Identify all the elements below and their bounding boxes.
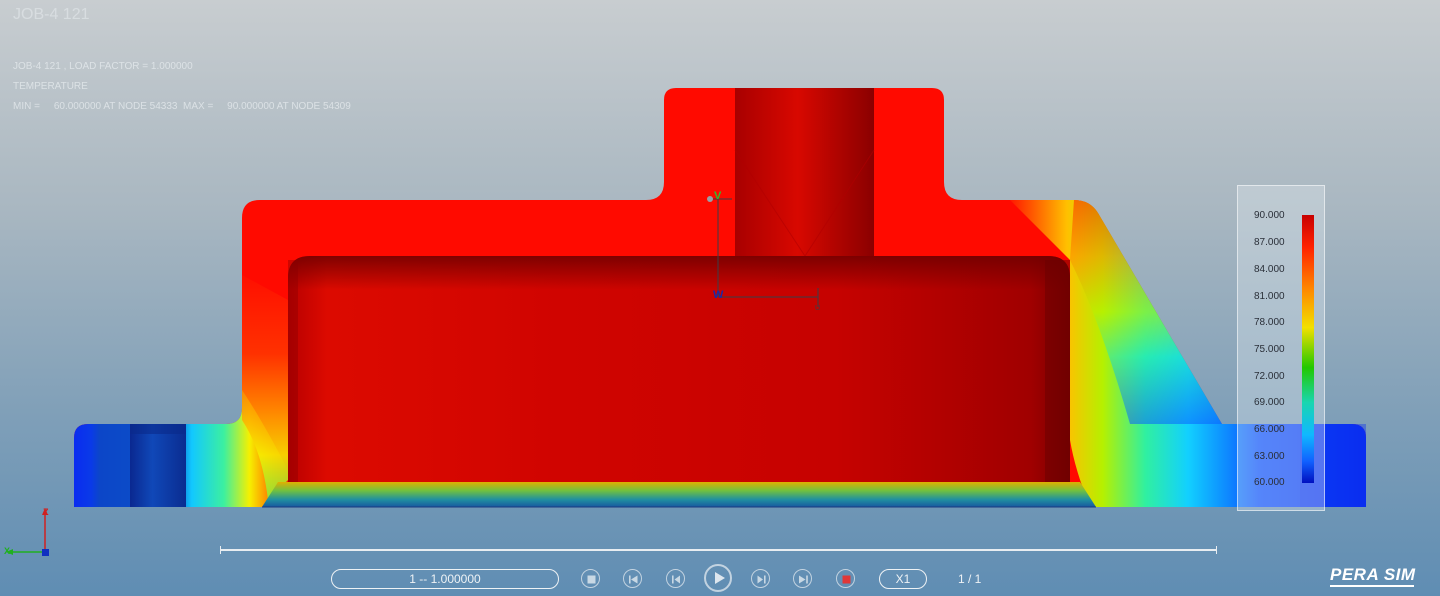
temperature-legend: 90.000 87.000 84.000 81.000 78.000 75.00…	[1237, 185, 1325, 511]
timeline-slider[interactable]	[220, 546, 1217, 554]
model-viewport[interactable]: V W U Z X	[0, 0, 1440, 596]
step-back-icon	[672, 575, 680, 584]
record-button[interactable]	[836, 569, 855, 588]
stop-icon	[587, 575, 596, 584]
last-frame-button[interactable]	[793, 569, 812, 588]
legend-tick: 72.000	[1254, 371, 1285, 382]
local-v-label: V	[714, 190, 722, 202]
first-frame-button[interactable]	[623, 569, 642, 588]
skip-last-icon	[799, 575, 808, 584]
local-u-label: U	[815, 305, 820, 312]
legend-tick: 84.000	[1254, 264, 1285, 275]
brand-logo: PERA SIM	[1330, 565, 1416, 584]
step-forward-button[interactable]	[751, 569, 770, 588]
global-z-label: Z	[43, 507, 49, 517]
legend-tick: 78.000	[1254, 317, 1285, 328]
play-button[interactable]	[704, 564, 732, 592]
color-bar	[1302, 215, 1314, 483]
local-w-label: W	[713, 289, 724, 301]
speed-selector[interactable]: X1	[879, 569, 927, 589]
center-bore	[735, 88, 874, 256]
bottom-strip	[262, 482, 1096, 507]
skip-first-icon	[629, 575, 638, 584]
legend-tick: 87.000	[1254, 237, 1285, 248]
record-icon	[842, 575, 851, 584]
brand-underline	[1330, 585, 1414, 587]
legend-tick: 66.000	[1254, 424, 1285, 435]
play-icon	[715, 572, 725, 584]
frame-counter: 1 / 1	[958, 572, 982, 586]
stop-button[interactable]	[581, 569, 600, 588]
legend-tick: 63.000	[1254, 451, 1285, 462]
legend-tick: 90.000	[1254, 210, 1285, 221]
legend-tick: 60.000	[1254, 477, 1285, 488]
legend-tick: 81.000	[1254, 291, 1285, 302]
legend-tick: 69.000	[1254, 397, 1285, 408]
global-triad: Z X	[4, 507, 49, 556]
bolt-hole-left	[130, 424, 186, 507]
step-back-button[interactable]	[666, 569, 685, 588]
legend-tick: 75.000	[1254, 344, 1285, 355]
global-x-label: X	[4, 546, 10, 556]
step-forward-icon	[757, 575, 766, 584]
frame-selector[interactable]: 1 -- 1.000000	[331, 569, 559, 589]
